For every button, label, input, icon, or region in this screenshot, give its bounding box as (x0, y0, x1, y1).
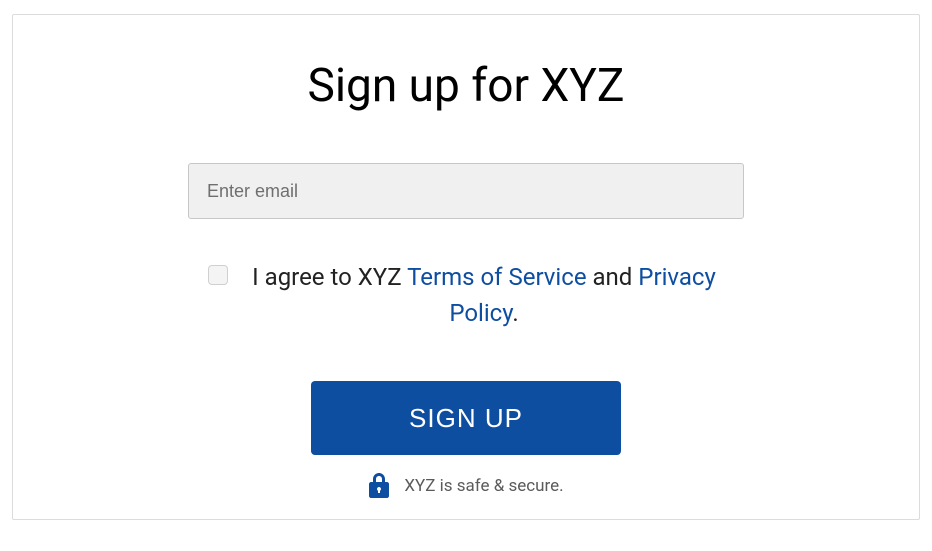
agreement-suffix: . (512, 299, 518, 327)
email-input[interactable] (188, 163, 744, 219)
secure-row: XYZ is safe & secure. (368, 473, 563, 499)
agreement-prefix: I agree to XYZ (252, 263, 407, 291)
secure-text: XYZ is safe & secure. (404, 476, 563, 496)
page-title: Sign up for XYZ (308, 59, 625, 113)
agreement-middle: and (587, 263, 639, 291)
lock-icon (368, 473, 390, 499)
agreement-row: I agree to XYZ Terms of Service and Priv… (188, 259, 744, 331)
signup-button[interactable]: SIGN UP (311, 381, 621, 455)
terms-of-service-link[interactable]: Terms of Service (407, 263, 586, 291)
agree-checkbox[interactable] (208, 265, 228, 285)
agreement-text: I agree to XYZ Terms of Service and Priv… (244, 259, 724, 331)
signup-card: Sign up for XYZ I agree to XYZ Terms of … (12, 14, 920, 520)
